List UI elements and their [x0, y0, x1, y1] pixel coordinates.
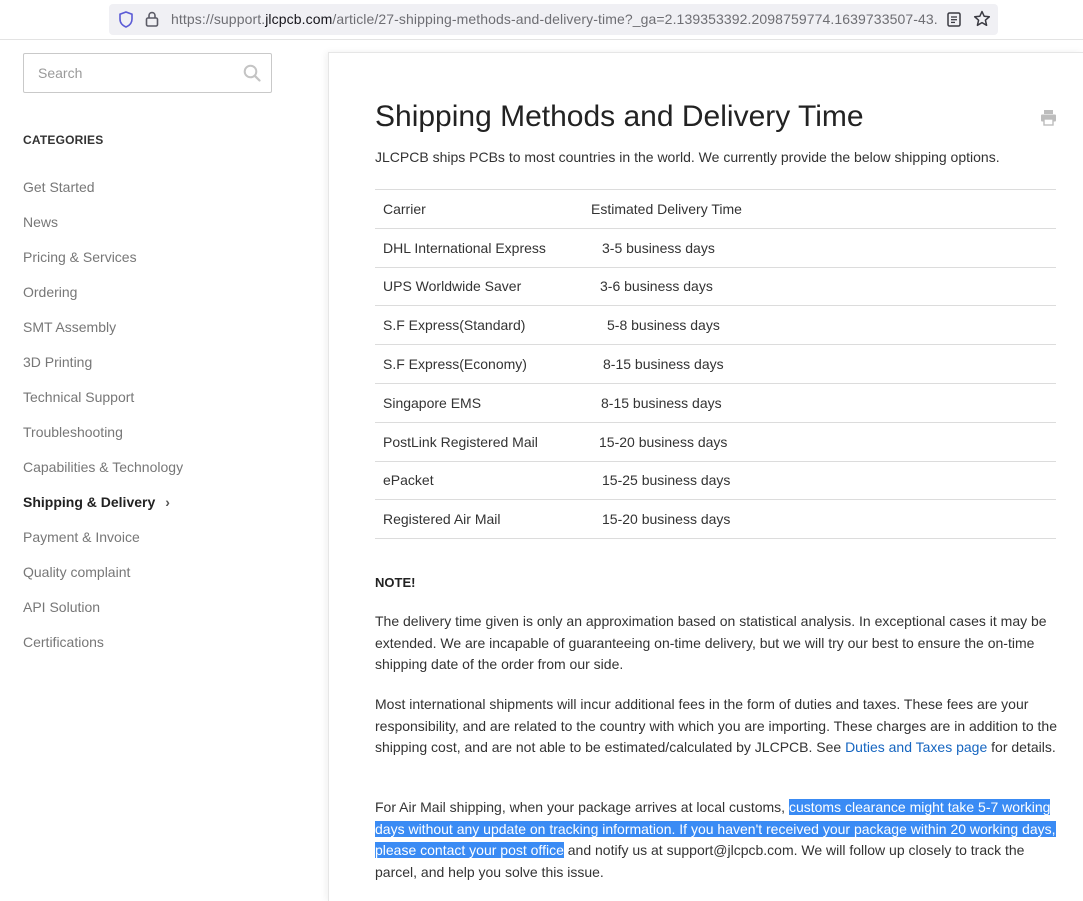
carrier-cell: UPS Worldwide Saver	[375, 266, 591, 306]
sidebar-item-label: Quality complaint	[23, 563, 131, 580]
article-intro: JLCPCB ships PCBs to most countries in t…	[375, 149, 1000, 165]
table-header-row: Carrier Estimated Delivery Time	[375, 189, 1056, 229]
sidebar-item-label: News	[23, 213, 59, 230]
table-row: UPS Worldwide Saver 3-6 business days	[375, 266, 1056, 306]
table-row: Singapore EMS 8-15 business days	[375, 382, 1056, 423]
sidebar-item-shipping-delivery[interactable]: Shipping & Delivery ›	[23, 484, 183, 519]
sidebar-item-label: Ordering	[23, 283, 78, 300]
sidebar-item-label: Troubleshooting	[23, 423, 123, 440]
paragraph-text: For Air Mail shipping, when your package…	[375, 799, 789, 815]
browser-toolbar: https://support.jlcpcb.com/article/27-sh…	[0, 0, 1083, 40]
sidebar-item-label: Certifications	[23, 633, 104, 650]
search-icon[interactable]	[243, 64, 261, 82]
delivery-time-text: 5-8 business days	[607, 317, 720, 334]
carrier-cell: Registered Air Mail	[375, 499, 591, 540]
table-row: Registered Air Mail 15-20 business days	[375, 499, 1056, 540]
lock-icon[interactable]	[145, 11, 159, 27]
sidebar-item-pricing-services[interactable]: Pricing & Services	[23, 239, 183, 274]
sidebar-item-news[interactable]: News	[23, 204, 183, 239]
sidebar-item-label: Payment & Invoice	[23, 528, 140, 545]
sidebar-item-label: Get Started	[23, 178, 95, 195]
delivery-time-text: 8-15 business days	[601, 394, 722, 411]
delivery-time-cell: 8-15 business days	[591, 344, 1056, 384]
table-header-cell: Estimated Delivery Time	[591, 189, 1056, 229]
delivery-time-cell: 15-25 business days	[591, 460, 1056, 500]
delivery-time-text: 15-20 business days	[602, 511, 731, 528]
sidebar-item-label: SMT Assembly	[23, 318, 117, 335]
delivery-time-cell: 3-6 business days	[591, 266, 1056, 306]
delivery-time-text: 3-6 business days	[600, 278, 713, 295]
category-list: Get Started News Pricing & Services Orde…	[23, 169, 183, 659]
print-icon[interactable]	[1040, 109, 1057, 126]
delivery-time-cell: 15-20 business days	[591, 421, 1056, 462]
sidebar-item-capabilities-technology[interactable]: Capabilities & Technology	[23, 449, 183, 484]
sidebar-item-label: Capabilities & Technology	[23, 458, 184, 475]
table-row: ePacket 15-25 business days	[375, 460, 1056, 500]
carrier-cell: Singapore EMS	[375, 382, 591, 423]
delivery-time-text: 3-5 business days	[602, 239, 715, 256]
sidebar-item-technical-support[interactable]: Technical Support	[23, 379, 183, 414]
delivery-time-cell: 5-8 business days	[591, 305, 1056, 345]
carrier-cell: S.F Express(Standard)	[375, 305, 591, 345]
sidebar-item-troubleshooting[interactable]: Troubleshooting	[23, 414, 183, 449]
sidebar-item-ordering[interactable]: Ordering	[23, 274, 183, 309]
sidebar-item-label: Technical Support	[23, 388, 135, 405]
sidebar-item-api-solution[interactable]: API Solution	[23, 589, 183, 624]
carrier-cell: ePacket	[375, 460, 591, 500]
sidebar-item-label: API Solution	[23, 598, 101, 615]
article-panel: Shipping Methods and Delivery Time JLCPC…	[328, 52, 1083, 901]
delivery-time-text: 15-20 business days	[599, 433, 728, 450]
air-mail-paragraph: For Air Mail shipping, when your package…	[375, 797, 1059, 884]
sidebar-item-smt-assembly[interactable]: SMT Assembly	[23, 309, 183, 344]
delivery-time-cell: 3-5 business days	[591, 227, 1056, 268]
sidebar-item-get-started[interactable]: Get Started	[23, 169, 183, 204]
search-box[interactable]	[23, 53, 272, 93]
sidebar-item-label: Shipping & Delivery	[23, 493, 156, 510]
carrier-cell: DHL International Express	[375, 227, 591, 268]
carrier-cell: S.F Express(Economy)	[375, 344, 591, 384]
sidebar-item-payment-invoice[interactable]: Payment & Invoice	[23, 519, 183, 554]
delivery-time-cell: 15-20 business days	[591, 499, 1056, 540]
shipping-table: Carrier Estimated Delivery Time DHL Inte…	[375, 189, 1056, 540]
disclaimer-paragraph: The delivery time given is only an appro…	[375, 613, 1047, 673]
sidebar-item-label: 3D Printing	[23, 353, 93, 370]
bookmark-star-icon[interactable]	[973, 10, 991, 28]
carrier-cell: PostLink Registered Mail	[375, 421, 591, 462]
delivery-time-cell: 8-15 business days	[591, 382, 1056, 423]
shield-icon[interactable]	[118, 11, 134, 28]
note-heading: NOTE!	[375, 575, 416, 590]
sidebar-item-3d-printing[interactable]: 3D Printing	[23, 344, 183, 379]
table-row: S.F Express(Standard) 5-8 business days	[375, 305, 1056, 345]
url-text[interactable]: https://support.jlcpcb.com/article/27-sh…	[171, 11, 939, 27]
sidebar: CATEGORIES Get Started News Pricing & Se…	[0, 40, 328, 901]
sidebar-item-quality-complaint[interactable]: Quality complaint	[23, 554, 183, 589]
duties-paragraph: Most international shipments will incur …	[375, 694, 1059, 759]
address-bar[interactable]: https://support.jlcpcb.com/article/27-sh…	[109, 4, 998, 35]
delivery-time-text: 15-25 business days	[602, 472, 731, 489]
chevron-right-icon: ›	[165, 493, 170, 510]
reader-view-icon[interactable]	[947, 12, 961, 27]
delivery-time-text: 8-15 business days	[603, 356, 724, 373]
categories-heading: CATEGORIES	[23, 133, 104, 147]
article-title: Shipping Methods and Delivery Time	[375, 100, 864, 133]
sidebar-item-label: Pricing & Services	[23, 248, 137, 265]
paragraph-text: for details.	[987, 739, 1056, 756]
table-row: PostLink Registered Mail 15-20 business …	[375, 421, 1056, 462]
sidebar-item-certifications[interactable]: Certifications	[23, 624, 183, 659]
duties-taxes-link[interactable]: Duties and Taxes page	[845, 739, 987, 755]
table-row: S.F Express(Economy) 8-15 business days	[375, 344, 1056, 384]
search-input[interactable]	[24, 54, 234, 92]
table-row: DHL International Express 3-5 business d…	[375, 227, 1056, 268]
table-header-cell: Carrier	[375, 189, 591, 229]
